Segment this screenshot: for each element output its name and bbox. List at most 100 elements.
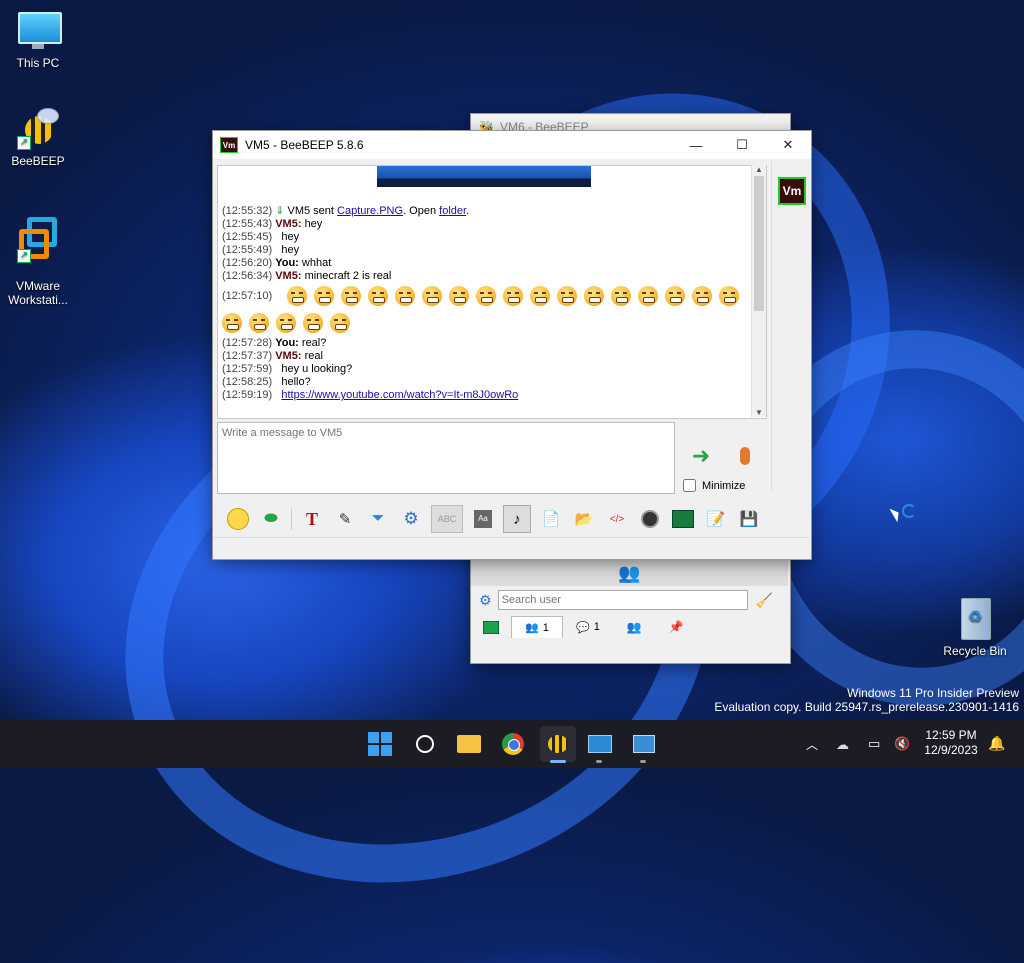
tab-bar: 👥 1 💬 1 👥 📌 [471, 616, 697, 638]
message-text: real [304, 350, 323, 362]
folder-icon [457, 735, 481, 753]
expand-button[interactable]: ⬬ [258, 506, 284, 532]
color-button[interactable]: ✎ [332, 506, 358, 532]
file-explorer-button[interactable] [451, 726, 487, 762]
grimace-emoji-icon [249, 313, 269, 334]
message-text: hey u looking? [281, 363, 353, 375]
green-chevron-icon: ⬬ [264, 510, 278, 527]
users-group-icon: 👥 [618, 562, 641, 583]
pin-icon: 📌 [668, 620, 684, 634]
message-text: real? [301, 337, 327, 349]
desktop-icon-vmware[interactable]: ↗ VMware Workstati... [0, 203, 76, 321]
recycle-bin-icon: ♻ [952, 596, 998, 640]
sound-button[interactable]: ♪ [503, 505, 531, 533]
message-timestamp: (12:57:10) [222, 290, 273, 302]
window-title: VM5 - BeeBEEP 5.8.6 [245, 138, 364, 152]
font-button[interactable]: T [299, 506, 325, 532]
window-vm5-beebeep[interactable]: Vm VM5 - BeeBEEP 5.8.6 — ☐ ✕ (12:55:32) … [212, 130, 812, 560]
scroll-thumb[interactable] [754, 176, 764, 311]
tab-network[interactable] [471, 616, 511, 638]
broom-icon[interactable]: 🧹 [756, 592, 773, 609]
html-button[interactable]: </> [604, 506, 630, 532]
participants-panel: Vm [771, 161, 812, 491]
volume-muted-icon[interactable]: 🔇 [894, 736, 910, 752]
search-user-input[interactable] [497, 590, 748, 610]
file-link[interactable]: Capture.PNG [337, 205, 403, 217]
scroll-up-icon[interactable]: ▲ [752, 165, 766, 174]
message-timestamp: (12:59:19) [222, 389, 273, 401]
url-link[interactable]: https://www.youtube.com/watch?v=It-m8J0o… [281, 389, 518, 401]
busy-spinner-icon [902, 504, 916, 518]
chat-scrollbar[interactable]: ▲ ▼ [751, 165, 766, 417]
show-hidden-icons-button[interactable]: ︿ [806, 736, 818, 753]
grimace-emoji-icon [341, 286, 362, 307]
filter-button[interactable]: ⏷ [365, 506, 391, 532]
save-button[interactable]: 💾 [736, 506, 762, 532]
chat-message: (12:55:49) hey [218, 244, 766, 257]
message-input[interactable] [217, 422, 675, 494]
minimize-option: Minimize [683, 479, 745, 492]
grimace-emoji-icon [314, 286, 335, 307]
music-note-icon: ♪ [513, 510, 521, 528]
grimace-emoji-icon [395, 286, 416, 307]
minimize-button[interactable]: — [673, 131, 719, 159]
tab-count: 1 [542, 621, 549, 634]
tab-pins[interactable]: 📌 [655, 616, 697, 638]
remote-desktop-icon [588, 735, 612, 753]
grimace-emoji-icon [422, 286, 443, 307]
chat-history[interactable]: (12:55:32) ⇓ VM5 sent Capture.PNG. Open … [217, 165, 767, 419]
desktop-icon-recycle-bin[interactable]: ♻ Recycle Bin [937, 596, 1013, 658]
tab-chats[interactable]: 💬 1 [563, 616, 613, 638]
notification-bell-icon[interactable]: 🔔 [988, 735, 1005, 752]
screen-capture-button[interactable] [670, 506, 696, 532]
voice-record-button[interactable] [733, 441, 757, 471]
capture-thumbnail-image[interactable] [377, 166, 591, 187]
settings-button[interactable]: ⚙ [398, 506, 424, 532]
notes-button[interactable]: 📝 [703, 506, 729, 532]
maximize-button[interactable]: ☐ [719, 131, 765, 159]
start-button[interactable] [362, 726, 398, 762]
active-app-indicator [550, 760, 566, 763]
chrome-button[interactable] [495, 726, 531, 762]
spellcheck-button[interactable]: ABC [431, 505, 463, 533]
beebeep-taskbar-button[interactable] [540, 726, 576, 762]
code-icon: </> [609, 513, 625, 525]
emoticon-button[interactable] [225, 506, 251, 532]
monitor-green-icon [483, 620, 499, 634]
grimace-emoji-icon [638, 286, 659, 307]
tab-groups[interactable]: 👥 [613, 616, 655, 638]
screenshot-button[interactable] [637, 506, 663, 532]
chat-message: (12:59:19) https://www.youtube.com/watch… [218, 389, 766, 402]
save-chat-button[interactable]: 📄 [538, 506, 564, 532]
cloud-offline-icon[interactable]: ☁ [836, 737, 849, 753]
filter-icon: ⏷ [371, 510, 385, 527]
scroll-down-icon[interactable]: ▼ [752, 408, 766, 417]
window-titlebar[interactable]: Vm VM5 - BeeBEEP 5.8.6 — ☐ ✕ [213, 131, 811, 159]
desktop-icon-beebeep[interactable]: ↗ BeeBEEP [0, 106, 76, 168]
desktop-icon-this-pc[interactable]: This PC [0, 8, 76, 70]
close-button[interactable]: ✕ [765, 131, 811, 159]
message-timestamp: (12:55:49) [222, 244, 273, 256]
network-icon[interactable]: ▭ [868, 736, 880, 752]
grimace-emoji-icon [584, 286, 605, 307]
users-header: 👥 [471, 560, 788, 586]
send-button[interactable]: ➜ [685, 443, 717, 469]
user-avatar-vm5[interactable]: Vm [778, 177, 806, 205]
text-format-button[interactable]: Aa [470, 506, 496, 532]
tab-users[interactable]: 👥 1 [511, 616, 563, 638]
grimace-emoji-icon [503, 286, 524, 307]
rdp-button[interactable] [582, 726, 618, 762]
smiley-icon [227, 508, 249, 530]
gear-icon[interactable]: ⚙ [479, 592, 492, 609]
vm-connect-button[interactable] [626, 726, 662, 762]
message-timestamp: (12:57:37) [222, 350, 273, 362]
message-timestamp: (12:55:45) [222, 231, 273, 243]
send-file-button[interactable]: 📂 [571, 506, 597, 532]
minimize-checkbox[interactable] [683, 479, 696, 492]
search-button[interactable] [407, 726, 443, 762]
clock-date: 12/9/2023 [924, 743, 978, 757]
clock[interactable]: 12:59 PM 12/9/2023 [918, 728, 984, 758]
open-app-indicator [640, 760, 646, 763]
folder-link[interactable]: folder [439, 205, 466, 217]
desktop-icon-label: VMware Workstati... [8, 279, 68, 307]
